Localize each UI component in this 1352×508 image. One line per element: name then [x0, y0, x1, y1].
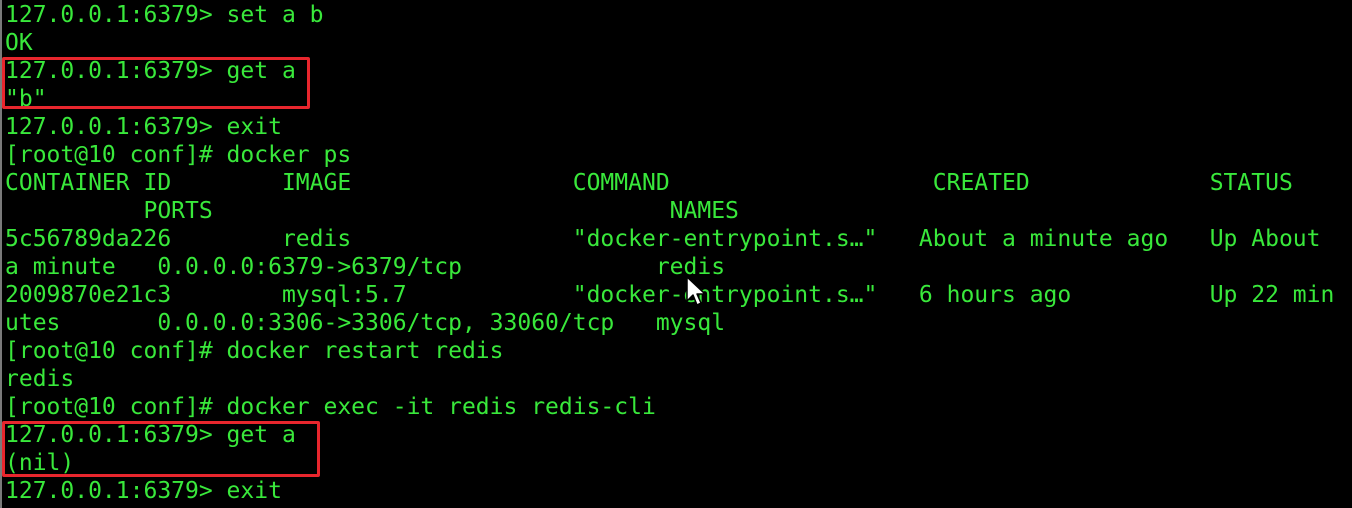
terminal-line: [root@10 conf]# docker ps [5, 142, 352, 168]
docker-ps-row-line: utes 0.0.0.0:3306->3306/tcp, 33060/tcp m… [5, 310, 726, 336]
terminal-line: 127.0.0.1:6379> get a [5, 58, 296, 84]
terminal-line: "b" [5, 86, 47, 112]
terminal-line: [root@10 conf]# docker exec -it redis re… [5, 394, 656, 420]
terminal-line: OK [5, 30, 33, 56]
terminal-line: 127.0.0.1:6379> get a [5, 422, 296, 448]
docker-ps-header-line: CONTAINER ID IMAGE COMMAND CREATED STATU… [5, 170, 1293, 196]
docker-ps-row-line: 5c56789da226 redis "docker-entrypoint.s…… [5, 226, 1321, 252]
docker-ps-row-line: a minute 0.0.0.0:6379->6379/tcp redis [5, 254, 726, 280]
terminal-line: 127.0.0.1:6379> exit [5, 114, 282, 140]
terminal-line: [root@10 conf]# docker restart redis [5, 338, 504, 364]
terminal-line: 127.0.0.1:6379> set a b [5, 2, 324, 28]
terminal-line: redis [5, 366, 75, 392]
terminal-line: (nil) [5, 450, 75, 476]
mouse-pointer-icon [686, 276, 706, 306]
terminal-line: 127.0.0.1:6379> exit [5, 478, 282, 504]
terminal-window[interactable]: 127.0.0.1:6379> set a b OK 127.0.0.1:637… [0, 0, 1352, 508]
docker-ps-row-line: 2009870e21c3 mysql:5.7 "docker-entrypoin… [5, 282, 1335, 308]
docker-ps-header-line: PORTS NAMES [5, 198, 739, 224]
